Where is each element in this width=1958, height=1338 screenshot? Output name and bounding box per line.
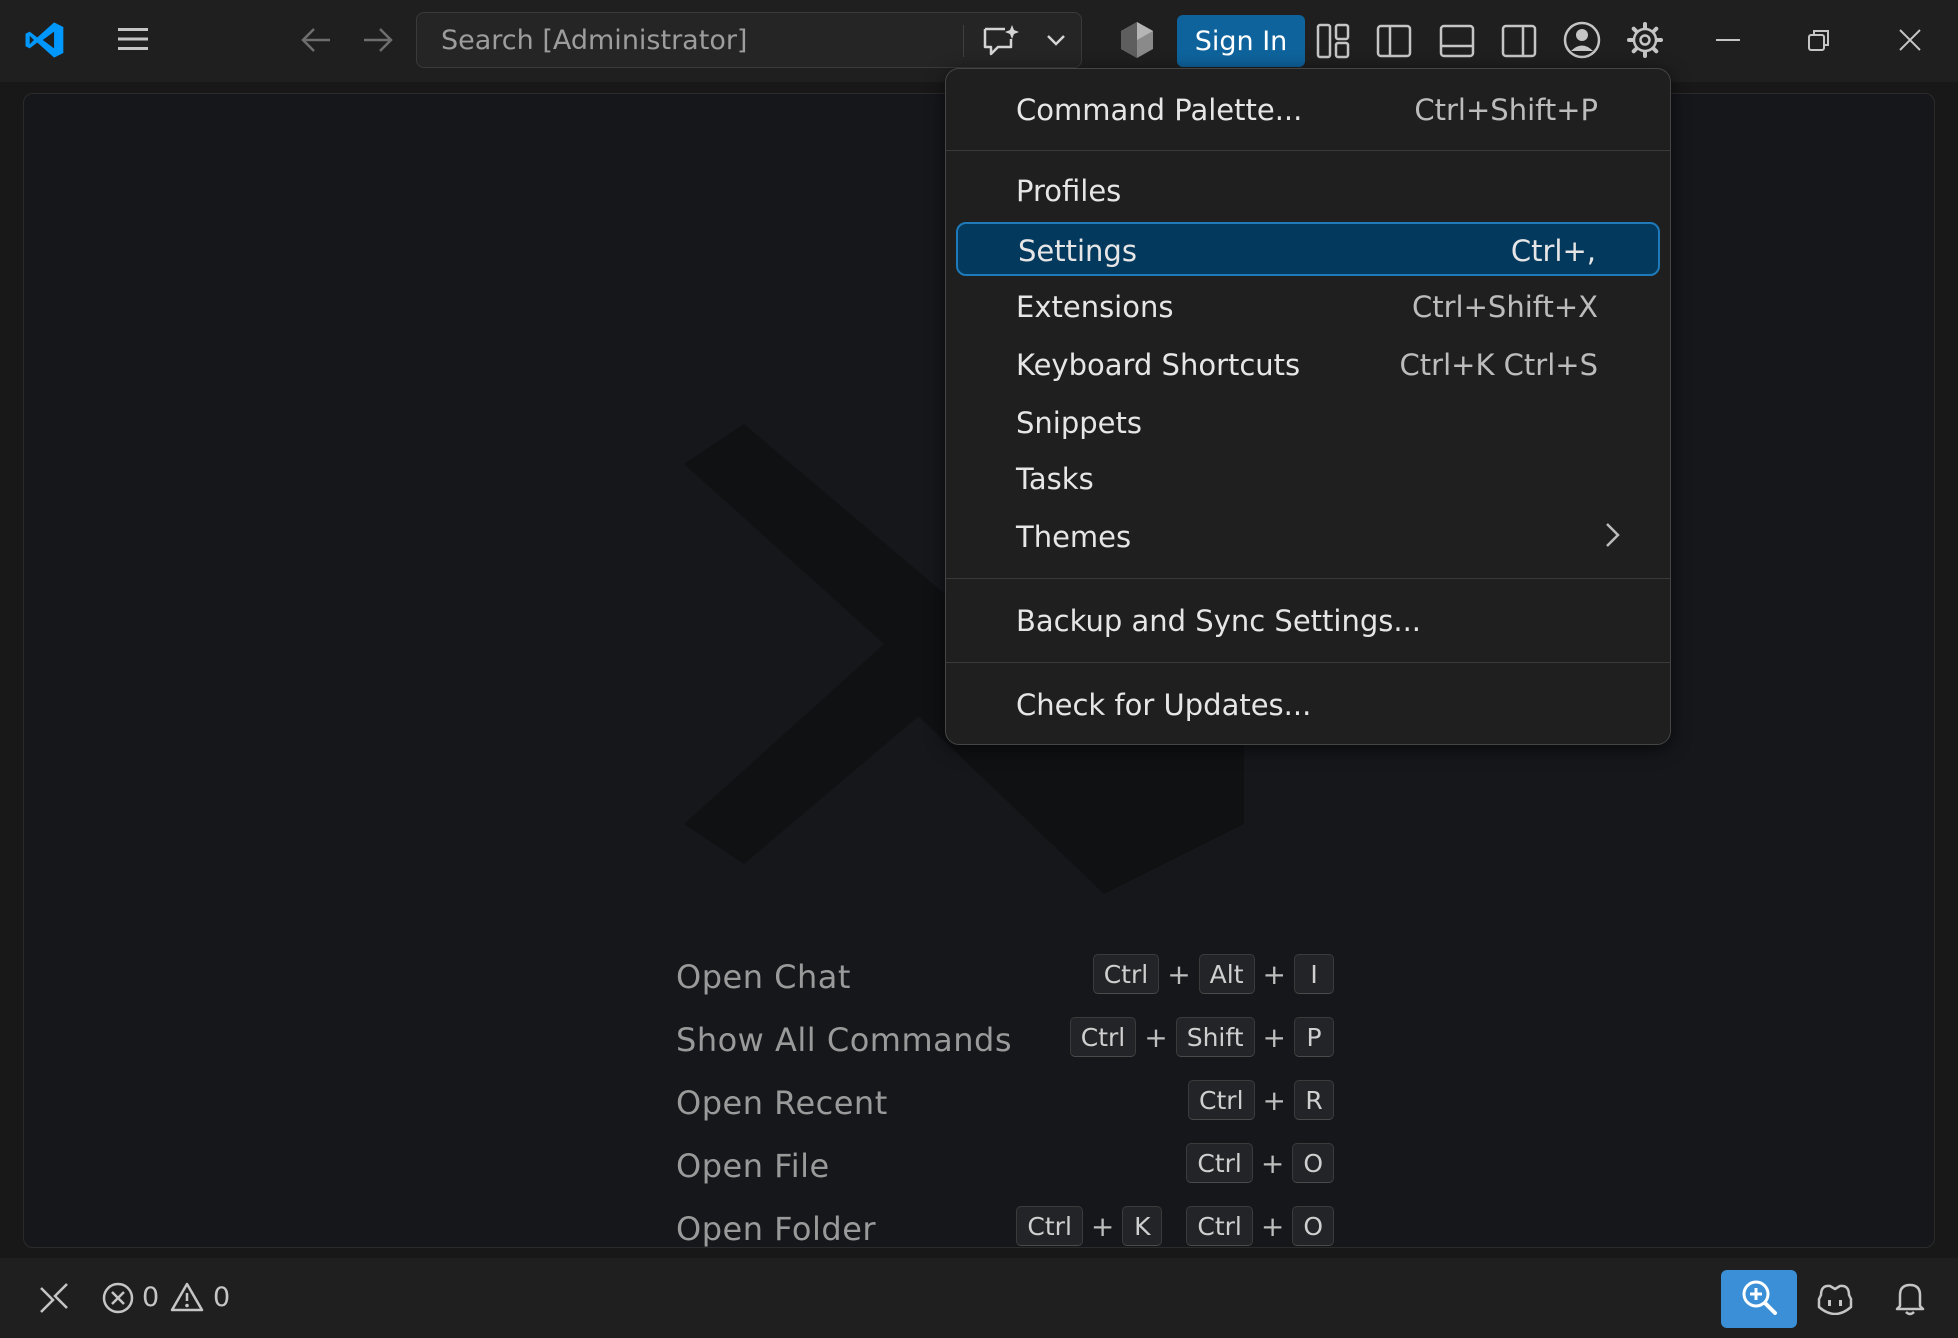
shortcut-keys: Ctrl + R — [1188, 1080, 1334, 1120]
menu-separator — [946, 578, 1670, 579]
customize-layout-icon[interactable] — [1312, 20, 1354, 62]
warning-count[interactable]: 0 — [213, 1282, 230, 1313]
menu-item-label: Themes — [1016, 520, 1132, 554]
menu-item-label: Snippets — [1016, 406, 1142, 440]
menu-item-label: Profiles — [1016, 174, 1122, 208]
arrow-right-icon[interactable] — [358, 20, 398, 60]
manage-menu: Command Palette... Ctrl+Shift+P Profiles… — [945, 68, 1671, 745]
bell-icon[interactable] — [1888, 1276, 1932, 1320]
keycap: Ctrl — [1186, 1143, 1253, 1183]
shortcut-keys: Ctrl + Shift + P — [1069, 1017, 1334, 1057]
keycap: Shift — [1175, 1017, 1255, 1057]
menu-item-label: Extensions — [1016, 290, 1174, 324]
menu-item-label: Check for Updates... — [1016, 688, 1312, 722]
search-placeholder: Search [Administrator] — [441, 25, 748, 56]
keycap: Ctrl — [1188, 1080, 1255, 1120]
minimize-icon[interactable] — [1708, 20, 1748, 60]
keycap: P — [1294, 1017, 1334, 1057]
shortcut-label: Show All Commands — [676, 1021, 1012, 1059]
menu-item-label: Keyboard Shortcuts — [1016, 348, 1301, 382]
menu-item-tasks[interactable]: Tasks — [956, 452, 1660, 506]
error-icon[interactable] — [100, 1280, 136, 1316]
toggle-primary-sidebar-icon[interactable] — [1373, 20, 1415, 62]
menu-item-shortcut: Ctrl+Shift+P — [1414, 93, 1598, 127]
toggle-secondary-sidebar-icon[interactable] — [1498, 20, 1540, 62]
menu-item-backup-sync[interactable]: Backup and Sync Settings... — [956, 594, 1660, 648]
shortcut-row-open-recent[interactable]: Open Recent Ctrl + R — [676, 1078, 1334, 1141]
arrow-left-icon[interactable] — [296, 20, 336, 60]
toggle-panel-icon[interactable] — [1436, 20, 1478, 62]
close-icon[interactable] — [1890, 20, 1930, 60]
status-bar: 0 0 — [0, 1258, 1958, 1338]
menu-item-extensions[interactable]: Extensions Ctrl+Shift+X — [956, 280, 1660, 334]
restore-icon[interactable] — [1799, 20, 1839, 60]
hamburger-menu-icon[interactable] — [112, 18, 154, 60]
search-divider — [963, 25, 964, 57]
menu-separator — [946, 662, 1670, 663]
shortcut-label: Open Folder — [676, 1210, 877, 1248]
chevron-down-icon[interactable] — [1041, 25, 1071, 55]
shortcut-label: Open Recent — [676, 1084, 888, 1122]
shortcut-label: Open File — [676, 1147, 830, 1185]
menu-item-label: Backup and Sync Settings... — [1016, 604, 1422, 638]
keycap: R — [1294, 1080, 1334, 1120]
menu-item-check-updates[interactable]: Check for Updates... — [956, 678, 1660, 732]
shortcut-hints: Open Chat Ctrl + Alt + I Show All Commands… — [676, 952, 1334, 1267]
command-center-search[interactable]: Search [Administrator] — [416, 12, 1082, 68]
shortcut-keys: Ctrl + Alt + I — [1092, 954, 1334, 994]
menu-item-label: Settings — [1018, 234, 1137, 268]
keycap: O — [1292, 1143, 1334, 1183]
menu-item-settings[interactable]: Settings Ctrl+, — [956, 222, 1660, 276]
menu-item-label: Tasks — [1016, 462, 1094, 496]
keycap: Ctrl — [1092, 954, 1160, 994]
menu-item-snippets[interactable]: Snippets — [956, 396, 1660, 450]
zoom-in-icon — [1739, 1277, 1779, 1321]
warning-icon[interactable] — [168, 1278, 206, 1316]
shortcut-row-show-all-commands[interactable]: Show All Commands Ctrl + Shift + P — [676, 1015, 1334, 1078]
keycap: I — [1294, 954, 1334, 994]
keycap: O — [1292, 1206, 1334, 1246]
shortcut-row-open-file[interactable]: Open File Ctrl + O — [676, 1141, 1334, 1204]
menu-item-profiles[interactable]: Profiles — [956, 164, 1660, 218]
keycap: Alt — [1198, 954, 1255, 994]
menu-item-shortcut: Ctrl+Shift+X — [1412, 290, 1598, 324]
vscode-logo-icon[interactable] — [20, 16, 68, 64]
menu-item-label: Command Palette... — [1016, 93, 1303, 127]
chevron-right-icon — [1604, 520, 1622, 554]
remote-icon[interactable] — [34, 1278, 74, 1318]
sign-in-button[interactable]: Sign In — [1177, 15, 1305, 67]
keycap: Ctrl — [1186, 1206, 1253, 1246]
zoom-in-button[interactable] — [1721, 1270, 1797, 1328]
keycap: Ctrl — [1069, 1017, 1137, 1057]
gem-icon[interactable] — [1117, 18, 1157, 62]
copilot-chat-icon[interactable] — [977, 21, 1021, 61]
menu-item-shortcut: Ctrl+, — [1510, 234, 1596, 268]
account-icon[interactable] — [1560, 18, 1604, 62]
shortcut-keys: Ctrl + O — [1186, 1143, 1334, 1183]
gear-icon[interactable] — [1623, 18, 1667, 62]
menu-item-shortcut: Ctrl+K Ctrl+S — [1399, 348, 1598, 382]
menu-item-command-palette[interactable]: Command Palette... Ctrl+Shift+P — [956, 83, 1660, 137]
copilot-icon[interactable] — [1813, 1276, 1857, 1320]
shortcut-row-open-chat[interactable]: Open Chat Ctrl + Alt + I — [676, 952, 1334, 1015]
error-count[interactable]: 0 — [142, 1282, 159, 1313]
menu-item-keyboard-shortcuts[interactable]: Keyboard Shortcuts Ctrl+K Ctrl+S — [956, 338, 1660, 392]
keycap: Ctrl — [1016, 1206, 1083, 1246]
shortcut-keys: Ctrl + K Ctrl + O — [1016, 1206, 1334, 1246]
shortcut-label: Open Chat — [676, 958, 851, 996]
keycap: K — [1122, 1206, 1163, 1246]
menu-separator — [946, 150, 1670, 151]
menu-item-themes[interactable]: Themes — [956, 510, 1660, 564]
